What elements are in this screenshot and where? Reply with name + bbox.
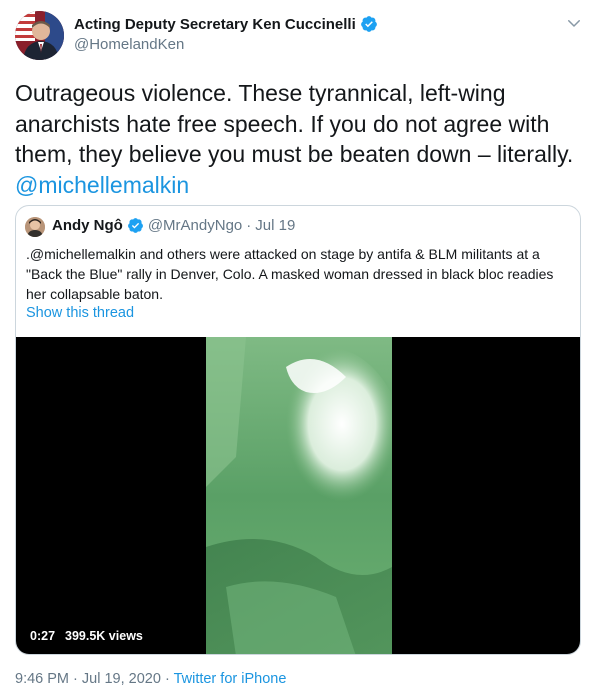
video-duration: 0:27 (30, 629, 56, 643)
quoted-tweet-text: .@michellemalkin and others were attacke… (26, 246, 554, 302)
tweet-timestamp[interactable]: 9:46 PM · Jul 19, 2020 (15, 671, 161, 687)
tweet-meta: 9:46 PM · Jul 19, 2020 · Twitter for iPh… (15, 671, 286, 687)
tweet-mention-link[interactable]: @michellemalkin (15, 172, 189, 198)
video-thumbnail (206, 337, 392, 654)
author-name[interactable]: Acting Deputy Secretary Ken Cuccinelli (74, 16, 356, 33)
meta-separator: · (164, 671, 170, 687)
verified-badge-icon (127, 218, 143, 233)
video-player[interactable]: 0:27 399.5K views (16, 337, 580, 654)
quoted-tweet-header: Andy Ngô @MrAndyNgo · Jul 19 (52, 217, 295, 234)
video-stats: 0:27 399.5K views (30, 629, 143, 643)
chevron-down-icon[interactable] (565, 14, 583, 32)
tweet-body: Outrageous violence. These tyrannical, l… (15, 80, 574, 167)
author-name-row[interactable]: Acting Deputy Secretary Ken Cuccinelli (74, 15, 378, 33)
tweet-text: Outrageous violence. These tyrannical, l… (15, 78, 585, 200)
quoted-author-avatar (25, 217, 45, 237)
quoted-author-name: Andy Ngô (52, 217, 123, 234)
quoted-date: Jul 19 (255, 217, 296, 234)
show-thread-link[interactable]: Show this thread (26, 305, 134, 321)
author-avatar[interactable] (15, 11, 64, 60)
quoted-author-handle: @MrAndyNgo (147, 217, 243, 234)
tweet-source-link[interactable]: Twitter for iPhone (174, 671, 287, 687)
verified-badge-icon (360, 16, 377, 32)
author-handle[interactable]: @HomelandKen (74, 36, 184, 53)
video-views: 399.5K views (65, 629, 143, 643)
quoted-separator: · (246, 217, 252, 234)
quoted-tweet-card[interactable]: Andy Ngô @MrAndyNgo · Jul 19 .@michellem… (15, 205, 581, 655)
